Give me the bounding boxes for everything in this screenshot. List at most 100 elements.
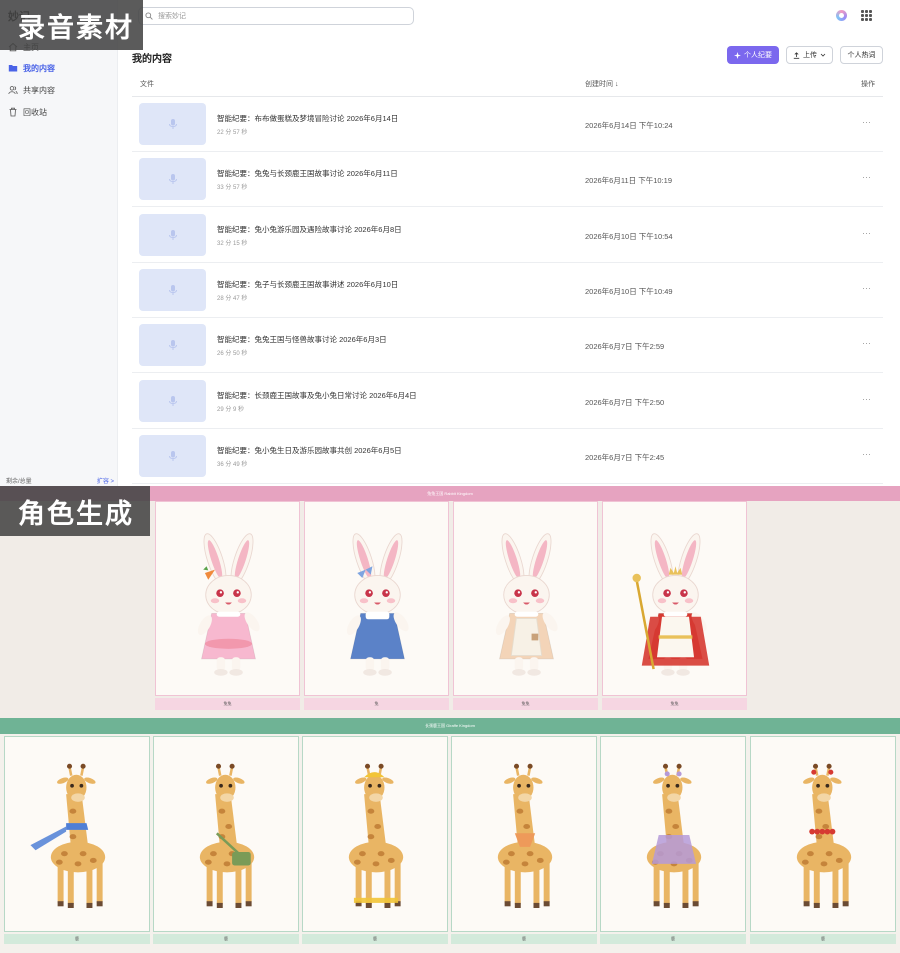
giraffe-caption: 鹿 (600, 934, 746, 944)
giraffe-caption: 鹿 (4, 934, 150, 944)
rabbit-caption: 兔兔 (602, 698, 747, 710)
more-actions-button[interactable]: ··· (862, 117, 871, 127)
audio-thumbnail[interactable] (139, 268, 206, 311)
section-label-recordings: 录音素材 (0, 0, 143, 50)
assistant-icon[interactable] (836, 10, 847, 21)
giraffe-illustration (348, 763, 404, 908)
upload-icon (793, 51, 800, 59)
file-duration: 28 分 47 秒 (217, 295, 248, 302)
file-row[interactable]: 智能纪要：兔小兔生日及游乐园故事共创 2026年6月5日 36 分 49 秒 202… (132, 429, 883, 484)
audio-thumbnail[interactable] (139, 434, 206, 477)
more-actions-button[interactable]: ··· (862, 338, 871, 348)
sidebar-item-label: 共享内容 (23, 85, 55, 95)
giraffe-caption: 鹿 (750, 934, 896, 944)
hot-words-button[interactable]: 个人热词 (840, 46, 883, 64)
giraffe-illustration (796, 763, 852, 908)
giraffe-kingdom-banner: 长颈鹿王国 Giraffe Kingdom (0, 718, 900, 734)
giraffe-illustration (497, 763, 553, 908)
file-row[interactable]: 智能纪要：兔兔王国与怪兽故事讨论 2026年6月3日 26 分 50 秒 2026年… (132, 318, 883, 374)
upgrade-link[interactable]: 扩容 > (97, 476, 114, 485)
sidebar-item-label: 我的内容 (23, 63, 55, 73)
microphone-icon (168, 284, 177, 295)
file-duration: 22 分 57 秒 (217, 130, 248, 136)
file-title[interactable]: 智能纪要：兔兔与长颈鹿王国故事讨论 2026年6月11日 (217, 168, 398, 179)
file-title[interactable]: 智能纪要：兔子与长颈鹿王国故事讲述 2026年6月10日 (217, 279, 398, 290)
more-actions-button[interactable]: ··· (862, 228, 871, 238)
personal-minutes-button[interactable]: 个人纪要 (727, 46, 779, 64)
audio-thumbnail[interactable] (139, 103, 206, 145)
rabbit-character-card[interactable] (155, 501, 300, 696)
more-actions-button[interactable]: ··· (862, 283, 871, 293)
giraffe-illustration (199, 763, 255, 908)
giraffe-character-card[interactable] (4, 736, 150, 932)
folder-icon (8, 65, 18, 72)
search-input[interactable]: 搜索妙记 (138, 7, 414, 25)
page-title: 我的内容 (132, 54, 172, 65)
sidebar-item-trash[interactable]: 回收站 (8, 103, 47, 121)
giraffe-character-card[interactable] (302, 736, 448, 932)
rabbit-character-card[interactable] (602, 501, 747, 696)
audio-thumbnail[interactable] (139, 158, 206, 201)
microphone-icon (168, 340, 177, 351)
rabbit-caption: 兔兔 (453, 698, 598, 710)
file-created-date: 2026年6月10日 下午10:54 (585, 231, 673, 241)
rabbit-illustration (197, 533, 260, 676)
storage-label: 剩余/总量 (6, 479, 32, 485)
audio-thumbnail[interactable] (139, 324, 206, 367)
search-icon (145, 12, 153, 20)
file-row[interactable]: 智能纪要：布布做蛋糕及梦境冒险讨论 2026年6月14日 22 分 57 秒 202… (132, 97, 883, 152)
file-title[interactable]: 智能纪要：布布做蛋糕及梦境冒险讨论 2026年6月14日 (217, 113, 398, 124)
giraffe-character-card[interactable] (153, 736, 299, 932)
section-label-characters: 角色生成 (0, 486, 150, 536)
file-row[interactable]: 智能纪要：兔兔与长颈鹿王国故事讨论 2026年6月11日 33 分 57 秒 202… (132, 152, 883, 208)
file-duration: 32 分 15 秒 (217, 240, 248, 247)
upload-label: 上传 (803, 52, 817, 59)
file-duration: 33 分 57 秒 (217, 185, 248, 192)
file-row[interactable]: 智能纪要：兔子与长颈鹿王国故事讲述 2026年6月10日 28 分 47 秒 202… (132, 263, 883, 318)
giraffe-character-card[interactable] (600, 736, 746, 932)
giraffe-character-card[interactable] (750, 736, 896, 932)
audio-thumbnail[interactable] (139, 213, 206, 256)
giraffe-illustration (646, 763, 702, 908)
file-duration: 36 分 49 秒 (217, 461, 248, 468)
column-actions: 操作 (861, 81, 875, 88)
more-actions-button[interactable]: ··· (862, 449, 871, 459)
rabbit-caption: 兔 (304, 698, 449, 710)
users-icon (8, 86, 18, 95)
rabbit-character-card[interactable] (453, 501, 598, 696)
giraffe-gallery: 鹿鹿鹿鹿鹿鹿 (0, 734, 900, 953)
rabbit-caption: 兔兔 (155, 698, 300, 710)
hot-words-label: 个人热词 (847, 52, 876, 59)
giraffe-caption: 鹿 (302, 934, 448, 944)
file-title[interactable]: 智能纪要：兔小兔游乐园及遇险故事讨论 2026年6月8日 (217, 224, 402, 235)
file-title[interactable]: 智能纪要：兔兔王国与怪兽故事讨论 2026年6月3日 (217, 334, 387, 345)
giraffe-character-card[interactable] (451, 736, 597, 932)
audio-thumbnail[interactable] (139, 379, 206, 422)
microphone-icon (168, 229, 177, 240)
microphone-icon (168, 450, 177, 461)
file-duration: 26 分 50 秒 (217, 351, 248, 358)
rabbit-character-card[interactable] (304, 501, 449, 696)
giraffe-caption: 鹿 (451, 934, 597, 944)
file-row[interactable]: 智能纪要：长颈鹿王国故事及兔小兔日常讨论 2026年6月4日 29 分 9 秒 20… (132, 374, 883, 429)
upload-button[interactable]: 上传 (786, 46, 833, 64)
sidebar-item-label: 回收站 (23, 107, 47, 117)
file-created-date: 2026年6月11日 下午10:19 (585, 176, 672, 186)
file-row[interactable]: 智能纪要：兔小兔游乐园及遇险故事讨论 2026年6月8日 32 分 15 秒 202… (132, 208, 883, 263)
file-created-date: 2026年6月7日 下午2:59 (585, 342, 665, 352)
column-created[interactable]: 创建时间 ↓ (585, 79, 618, 89)
file-title[interactable]: 智能纪要：兔小兔生日及游乐园故事共创 2026年6月5日 (217, 445, 402, 456)
sidebar-item-shared[interactable]: 共享内容 (8, 81, 55, 99)
rabbit-illustration (495, 533, 558, 676)
file-duration: 29 分 9 秒 (217, 406, 245, 413)
file-title[interactable]: 智能纪要：长颈鹿王国故事及兔小兔日常讨论 2026年6月4日 (217, 390, 417, 401)
app-grid-icon[interactable] (861, 10, 872, 21)
storage-info: 剩余/总量 扩容 > (6, 476, 114, 485)
personal-minutes-label: 个人纪要 (744, 52, 772, 59)
more-actions-button[interactable]: ··· (862, 394, 871, 404)
more-actions-button[interactable]: ··· (862, 172, 871, 182)
file-created-date: 2026年6月14日 下午10:24 (585, 121, 673, 130)
sidebar-item-my-content[interactable]: 我的内容 (8, 59, 55, 77)
microphone-icon (168, 174, 177, 185)
rabbit-illustration (346, 533, 409, 676)
